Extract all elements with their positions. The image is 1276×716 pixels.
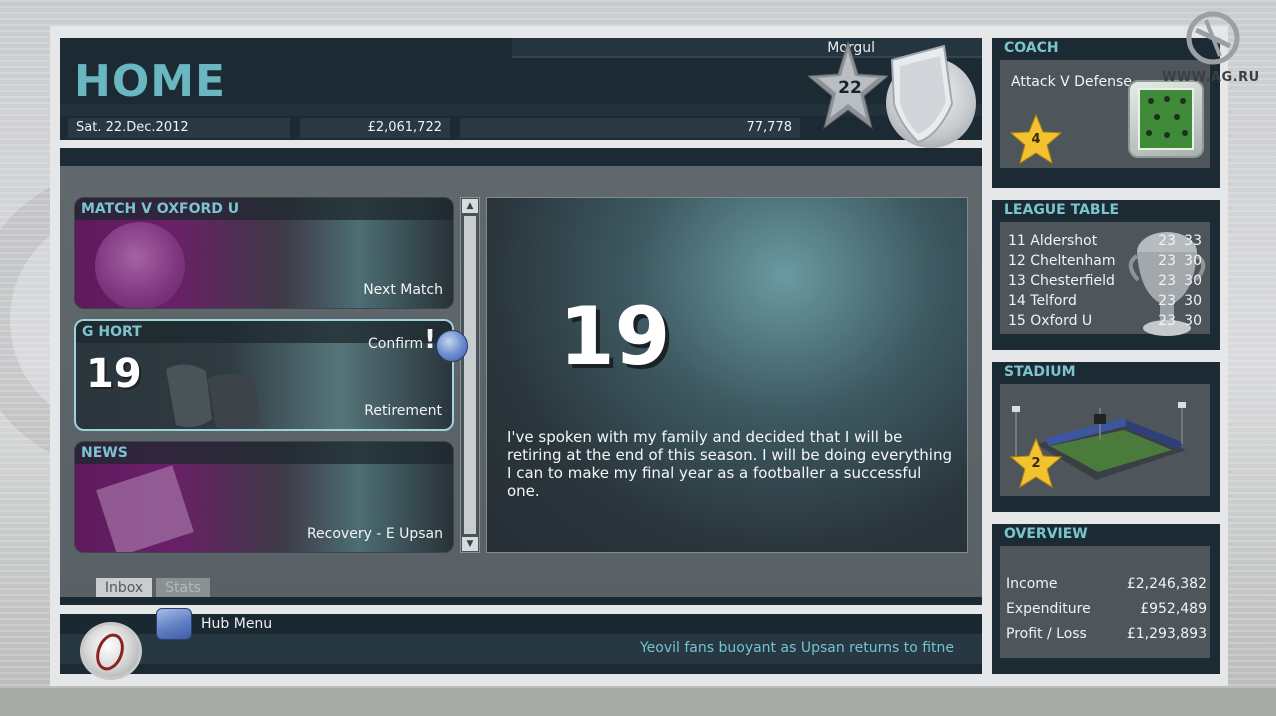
page-title: HOME bbox=[74, 56, 227, 107]
overview-row-label: Expenditure bbox=[1006, 601, 1091, 617]
league-table-title: LEAGUE TABLE bbox=[1004, 202, 1120, 218]
inbox-item-title: NEWS bbox=[81, 445, 128, 461]
league-row-points: 30 bbox=[1184, 273, 1202, 289]
alert-icon: ! bbox=[424, 325, 436, 355]
league-row-points: 30 bbox=[1184, 313, 1202, 329]
overview-row-value: £1,293,893 bbox=[1126, 626, 1207, 642]
watermark-text: WWW.AG.RU bbox=[1162, 70, 1260, 85]
balance-display: £2,061,722 bbox=[300, 118, 450, 138]
tab-bar-line bbox=[60, 597, 982, 605]
overview-row-label: Profit / Loss bbox=[1006, 626, 1087, 642]
league-row-played: 23 bbox=[1158, 313, 1176, 329]
overview-row-label: Income bbox=[1006, 576, 1058, 592]
league-row-team: 11 Aldershot bbox=[1008, 233, 1098, 249]
news-ticker: Yeovil fans buoyant as Upsan returns to … bbox=[639, 640, 954, 656]
confirm-button[interactable] bbox=[436, 330, 468, 362]
hub-menu-label[interactable]: Hub Menu bbox=[201, 616, 272, 632]
ag-logo-icon bbox=[1186, 11, 1240, 65]
inbox-item-title: G HORT bbox=[82, 324, 142, 340]
overview-row-value: £952,489 bbox=[1140, 601, 1207, 617]
league-row-points: 30 bbox=[1184, 293, 1202, 309]
reputation-value: 22 bbox=[838, 78, 862, 98]
scroll-up-button[interactable]: ▲ bbox=[462, 199, 478, 213]
inbox-item-subtitle: Retirement bbox=[364, 403, 442, 419]
overview-panel[interactable]: OVERVIEW bbox=[992, 524, 1220, 674]
tab-inbox[interactable]: Inbox bbox=[96, 578, 152, 598]
tactics-board-icon[interactable] bbox=[1128, 80, 1204, 158]
inbox-scrollbar[interactable]: ▲ ▼ bbox=[460, 197, 480, 553]
player-shirt-number: 19 bbox=[86, 351, 142, 397]
club-shield-icon[interactable] bbox=[888, 44, 954, 144]
overview-row-value: £2,246,382 bbox=[1126, 576, 1207, 592]
scroll-track[interactable] bbox=[464, 216, 476, 534]
newspaper-icon bbox=[96, 465, 194, 552]
league-row-team: 15 Oxford U bbox=[1008, 313, 1093, 329]
header-subbar bbox=[60, 148, 982, 166]
coach-label: Attack V Defense bbox=[1011, 74, 1132, 90]
hub-menu-button[interactable] bbox=[156, 608, 192, 640]
fans-display: 77,778 bbox=[460, 118, 800, 138]
league-row-played: 23 bbox=[1158, 293, 1176, 309]
date-display: Sat. 22.Dec.2012 bbox=[68, 118, 290, 138]
inbox-item-subtitle: Recovery - E Upsan bbox=[306, 526, 443, 542]
league-row-points: 30 bbox=[1184, 253, 1202, 269]
league-row-team: 13 Chesterfield bbox=[1008, 273, 1115, 289]
boots-icon bbox=[166, 364, 260, 429]
message-detail-panel: 19 I've spoken with my family and decide… bbox=[486, 197, 968, 553]
tab-stats[interactable]: Stats bbox=[156, 578, 210, 598]
league-row-played: 23 bbox=[1158, 273, 1176, 289]
inbox-item-match[interactable]: MATCH V OXFORD U Next Match bbox=[74, 197, 454, 309]
coach-star-value: 4 bbox=[1031, 132, 1041, 147]
scroll-down-button[interactable]: ▼ bbox=[462, 537, 478, 551]
detail-shirt-number: 19 bbox=[559, 290, 671, 383]
league-row-team: 12 Cheltenham bbox=[1008, 253, 1116, 269]
overview-title: OVERVIEW bbox=[1004, 526, 1088, 542]
inbox-item-news[interactable]: NEWS Recovery - E Upsan bbox=[74, 441, 454, 553]
background-bottom-strip bbox=[0, 688, 1276, 716]
inbox-item-title: MATCH V OXFORD U bbox=[81, 201, 240, 217]
stadium-star-value: 2 bbox=[1031, 456, 1041, 471]
league-row-played: 23 bbox=[1158, 253, 1176, 269]
league-row-points: 33 bbox=[1184, 233, 1202, 249]
confirm-label[interactable]: Confirm bbox=[368, 336, 423, 352]
coach-title: COACH bbox=[1004, 40, 1059, 56]
football-logo-icon bbox=[80, 622, 142, 680]
stadium-title: STADIUM bbox=[1004, 364, 1076, 380]
message-body: I've spoken with my family and decided t… bbox=[507, 428, 953, 500]
league-row-played: 23 bbox=[1158, 233, 1176, 249]
league-row-team: 14 Telford bbox=[1008, 293, 1077, 309]
football-icon bbox=[95, 222, 185, 308]
inbox-item-subtitle: Next Match bbox=[363, 282, 443, 298]
